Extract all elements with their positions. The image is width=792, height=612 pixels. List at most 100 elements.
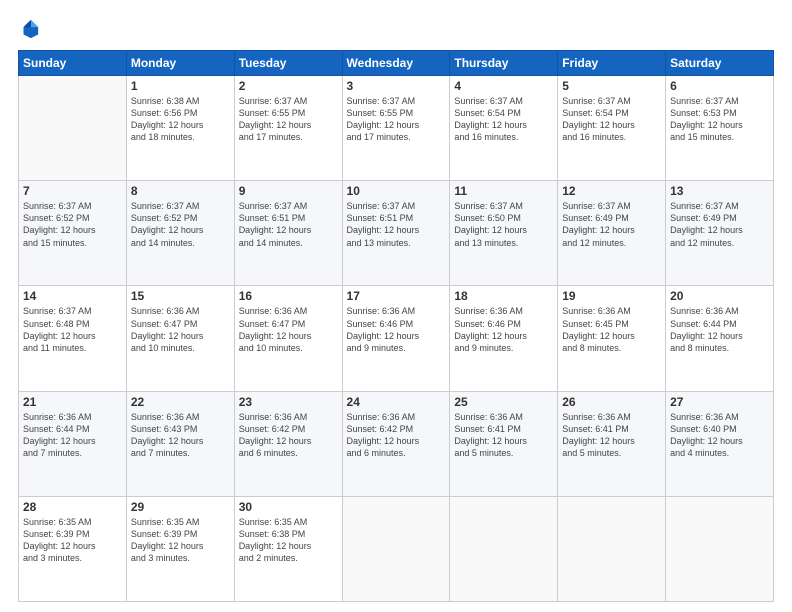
- calendar-cell: 4Sunrise: 6:37 AM Sunset: 6:54 PM Daylig…: [450, 76, 558, 181]
- day-info: Sunrise: 6:36 AM Sunset: 6:44 PM Dayligh…: [23, 411, 122, 460]
- day-number: 8: [131, 184, 230, 198]
- weekday-header-row: SundayMondayTuesdayWednesdayThursdayFrid…: [19, 51, 774, 76]
- day-number: 15: [131, 289, 230, 303]
- week-row-1: 1 Sunrise: 6:38 AM Sunset: 6:56 PM Daylig…: [19, 76, 774, 181]
- calendar-cell: 13 Sunrise: 6:37 AM Sunset: 6:49 PM Dayli…: [666, 181, 774, 286]
- day-info: Sunrise: 6:35 AM Sunset: 6:39 PM Dayligh…: [23, 516, 122, 565]
- calendar-cell: 6Sunrise: 6:37 AM Sunset: 6:53 PM Daylig…: [666, 76, 774, 181]
- day-number: 13: [670, 184, 769, 198]
- day-number: 24: [347, 395, 446, 409]
- day-info: Sunrise: 6:37 AM Sunset: 6:51 PM Dayligh…: [347, 200, 446, 249]
- day-info: Sunrise: 6:37 AM Sunset: 6:53 PM Dayligh…: [670, 95, 769, 144]
- calendar-cell: 14 Sunrise: 6:37 AM Sunset: 6:48 PM Dayli…: [19, 286, 127, 391]
- day-number: 9: [239, 184, 338, 198]
- calendar-cell: 21 Sunrise: 6:36 AM Sunset: 6:44 PM Dayli…: [19, 391, 127, 496]
- day-info: Sunrise: 6:36 AM Sunset: 6:45 PM Dayligh…: [562, 305, 661, 354]
- day-number: 19: [562, 289, 661, 303]
- calendar-cell: 30Sunrise: 6:35 AM Sunset: 6:38 PM Dayli…: [234, 496, 342, 601]
- header: [18, 18, 774, 40]
- calendar-cell: 26 Sunrise: 6:36 AM Sunset: 6:41 PM Dayli…: [558, 391, 666, 496]
- day-number: 17: [347, 289, 446, 303]
- weekday-sunday: Sunday: [19, 51, 127, 76]
- calendar-cell: 28 Sunrise: 6:35 AM Sunset: 6:39 PM Dayli…: [19, 496, 127, 601]
- calendar-cell: 16Sunrise: 6:36 AM Sunset: 6:47 PM Dayli…: [234, 286, 342, 391]
- day-info: Sunrise: 6:36 AM Sunset: 6:40 PM Dayligh…: [670, 411, 769, 460]
- week-row-5: 28 Sunrise: 6:35 AM Sunset: 6:39 PM Dayli…: [19, 496, 774, 601]
- day-number: 5: [562, 79, 661, 93]
- calendar-cell: 5 Sunrise: 6:37 AM Sunset: 6:54 PM Daylig…: [558, 76, 666, 181]
- calendar-cell: 7Sunrise: 6:37 AM Sunset: 6:52 PM Daylig…: [19, 181, 127, 286]
- calendar-cell: 24 Sunrise: 6:36 AM Sunset: 6:42 PM Dayli…: [342, 391, 450, 496]
- calendar-cell: 18 Sunrise: 6:36 AM Sunset: 6:46 PM Dayli…: [450, 286, 558, 391]
- calendar-cell: 17Sunrise: 6:36 AM Sunset: 6:46 PM Dayli…: [342, 286, 450, 391]
- day-number: 25: [454, 395, 553, 409]
- day-info: Sunrise: 6:36 AM Sunset: 6:42 PM Dayligh…: [347, 411, 446, 460]
- day-info: Sunrise: 6:37 AM Sunset: 6:55 PM Dayligh…: [239, 95, 338, 144]
- day-number: 16: [239, 289, 338, 303]
- calendar-cell: 9Sunrise: 6:37 AM Sunset: 6:51 PM Daylig…: [234, 181, 342, 286]
- week-row-3: 14 Sunrise: 6:37 AM Sunset: 6:48 PM Dayli…: [19, 286, 774, 391]
- day-number: 20: [670, 289, 769, 303]
- calendar-cell: 22 Sunrise: 6:36 AM Sunset: 6:43 PM Dayli…: [126, 391, 234, 496]
- day-info: Sunrise: 6:36 AM Sunset: 6:41 PM Dayligh…: [562, 411, 661, 460]
- calendar-cell: 8 Sunrise: 6:37 AM Sunset: 6:52 PM Daylig…: [126, 181, 234, 286]
- day-number: 11: [454, 184, 553, 198]
- calendar-cell: 29 Sunrise: 6:35 AM Sunset: 6:39 PM Dayli…: [126, 496, 234, 601]
- calendar-cell: 15 Sunrise: 6:36 AM Sunset: 6:47 PM Dayli…: [126, 286, 234, 391]
- day-number: 27: [670, 395, 769, 409]
- day-info: Sunrise: 6:36 AM Sunset: 6:41 PM Dayligh…: [454, 411, 553, 460]
- day-info: Sunrise: 6:36 AM Sunset: 6:43 PM Dayligh…: [131, 411, 230, 460]
- calendar-cell: 19 Sunrise: 6:36 AM Sunset: 6:45 PM Dayli…: [558, 286, 666, 391]
- calendar-cell: [19, 76, 127, 181]
- calendar-cell: 23 Sunrise: 6:36 AM Sunset: 6:42 PM Dayli…: [234, 391, 342, 496]
- weekday-friday: Friday: [558, 51, 666, 76]
- page: SundayMondayTuesdayWednesdayThursdayFrid…: [0, 0, 792, 612]
- day-number: 26: [562, 395, 661, 409]
- day-number: 29: [131, 500, 230, 514]
- calendar-cell: 27 Sunrise: 6:36 AM Sunset: 6:40 PM Dayli…: [666, 391, 774, 496]
- week-row-2: 7 Sunrise: 6:37 AM Sunset: 6:52 PM Daylig…: [19, 181, 774, 286]
- day-info: Sunrise: 6:36 AM Sunset: 6:42 PM Dayligh…: [239, 411, 338, 460]
- weekday-wednesday: Wednesday: [342, 51, 450, 76]
- day-number: 1: [131, 79, 230, 93]
- calendar-cell: 25 Sunrise: 6:36 AM Sunset: 6:41 PM Dayli…: [450, 391, 558, 496]
- day-info: Sunrise: 6:38 AM Sunset: 6:56 PM Dayligh…: [131, 95, 230, 144]
- calendar-cell: 2 Sunrise: 6:37 AM Sunset: 6:55 PM Daylig…: [234, 76, 342, 181]
- weekday-saturday: Saturday: [666, 51, 774, 76]
- day-info: Sunrise: 6:36 AM Sunset: 6:47 PM Dayligh…: [131, 305, 230, 354]
- day-number: 21: [23, 395, 122, 409]
- day-info: Sunrise: 6:36 AM Sunset: 6:46 PM Dayligh…: [454, 305, 553, 354]
- day-number: 7: [23, 184, 122, 198]
- day-number: 28: [23, 500, 122, 514]
- day-number: 3: [347, 79, 446, 93]
- day-info: Sunrise: 6:37 AM Sunset: 6:49 PM Dayligh…: [562, 200, 661, 249]
- day-number: 22: [131, 395, 230, 409]
- day-info: Sunrise: 6:35 AM Sunset: 6:39 PM Dayligh…: [131, 516, 230, 565]
- day-info: Sunrise: 6:37 AM Sunset: 6:50 PM Dayligh…: [454, 200, 553, 249]
- calendar-cell: 3Sunrise: 6:37 AM Sunset: 6:55 PM Daylig…: [342, 76, 450, 181]
- day-number: 2: [239, 79, 338, 93]
- week-row-4: 21 Sunrise: 6:36 AM Sunset: 6:44 PM Dayli…: [19, 391, 774, 496]
- calendar-cell: [666, 496, 774, 601]
- day-number: 18: [454, 289, 553, 303]
- weekday-tuesday: Tuesday: [234, 51, 342, 76]
- day-info: Sunrise: 6:36 AM Sunset: 6:44 PM Dayligh…: [670, 305, 769, 354]
- calendar-cell: 12Sunrise: 6:37 AM Sunset: 6:49 PM Dayli…: [558, 181, 666, 286]
- day-number: 30: [239, 500, 338, 514]
- logo: [18, 18, 44, 40]
- calendar-cell: 1 Sunrise: 6:38 AM Sunset: 6:56 PM Daylig…: [126, 76, 234, 181]
- calendar-cell: 11 Sunrise: 6:37 AM Sunset: 6:50 PM Dayli…: [450, 181, 558, 286]
- calendar-cell: 20 Sunrise: 6:36 AM Sunset: 6:44 PM Dayli…: [666, 286, 774, 391]
- weekday-thursday: Thursday: [450, 51, 558, 76]
- day-info: Sunrise: 6:37 AM Sunset: 6:48 PM Dayligh…: [23, 305, 122, 354]
- weekday-monday: Monday: [126, 51, 234, 76]
- calendar-cell: [342, 496, 450, 601]
- day-info: Sunrise: 6:37 AM Sunset: 6:54 PM Dayligh…: [562, 95, 661, 144]
- calendar-table: SundayMondayTuesdayWednesdayThursdayFrid…: [18, 50, 774, 602]
- calendar-cell: 10Sunrise: 6:37 AM Sunset: 6:51 PM Dayli…: [342, 181, 450, 286]
- day-number: 14: [23, 289, 122, 303]
- day-info: Sunrise: 6:37 AM Sunset: 6:49 PM Dayligh…: [670, 200, 769, 249]
- day-number: 23: [239, 395, 338, 409]
- logo-icon: [18, 18, 40, 40]
- day-info: Sunrise: 6:37 AM Sunset: 6:52 PM Dayligh…: [131, 200, 230, 249]
